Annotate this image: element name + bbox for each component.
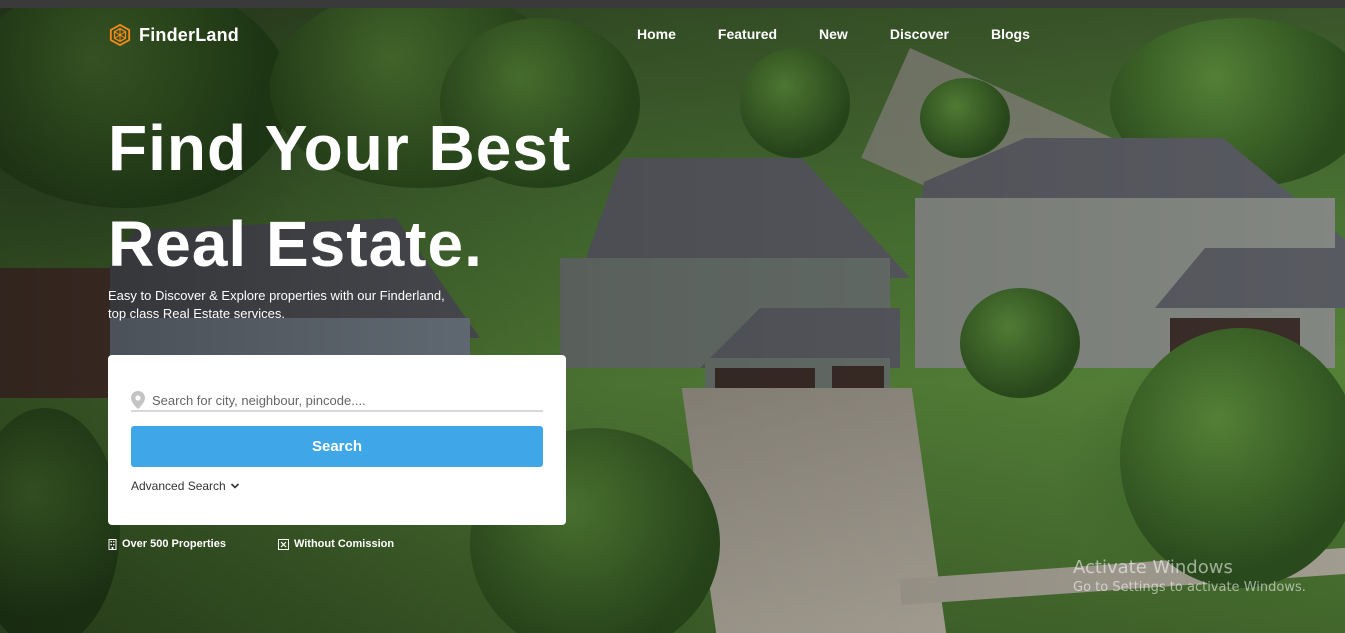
feature-list: Over 500 Properties Without Comission: [108, 538, 394, 550]
feature-label: Without Comission: [293, 538, 395, 550]
feature-item: Without Comission: [277, 538, 395, 550]
hero-subtitle: Easy to Discover & Explore properties wi…: [108, 287, 488, 323]
no-commission-icon: [277, 538, 289, 550]
map-pin-icon: [131, 391, 145, 409]
feature-item: Over 500 Properties: [108, 538, 226, 550]
nav-home[interactable]: Home: [637, 26, 676, 42]
nav-discover[interactable]: Discover: [890, 26, 949, 42]
search-card: Search Advanced Search: [108, 355, 566, 525]
main-nav: Home Featured New Discover Blogs: [637, 26, 1072, 42]
hero-title: Find Your Best Real Estate.: [108, 100, 571, 292]
nav-featured[interactable]: Featured: [718, 26, 777, 42]
building-icon: [108, 538, 117, 550]
search-field: [131, 390, 543, 412]
advanced-search-label: Advanced Search: [131, 479, 226, 493]
brand-name: FinderLand: [139, 24, 239, 45]
search-button[interactable]: Search: [131, 426, 543, 467]
hero-title-line2: Real Estate.: [108, 208, 483, 280]
logo-hexagon-icon: [109, 24, 131, 46]
hero-subtitle-line2: top class Real Estate services.: [108, 306, 286, 321]
watermark-title: Activate Windows: [1073, 557, 1233, 578]
nav-blogs[interactable]: Blogs: [991, 26, 1030, 42]
feature-label: Over 500 Properties: [122, 538, 226, 550]
watermark-subtitle: Go to Settings to activate Windows.: [1073, 580, 1306, 595]
chevron-down-icon: [230, 483, 239, 489]
search-input[interactable]: [152, 392, 532, 408]
hero-title-line1: Find Your Best: [108, 112, 572, 184]
window-top-strip: [0, 0, 1345, 8]
advanced-search-toggle[interactable]: Advanced Search: [131, 479, 240, 493]
hero-subtitle-line1: Easy to Discover & Explore properties wi…: [108, 288, 445, 303]
brand-logo[interactable]: FinderLand: [109, 24, 239, 46]
nav-new[interactable]: New: [819, 26, 848, 42]
activate-windows-watermark: Activate Windows Go to Settings to activ…: [1073, 557, 1306, 595]
